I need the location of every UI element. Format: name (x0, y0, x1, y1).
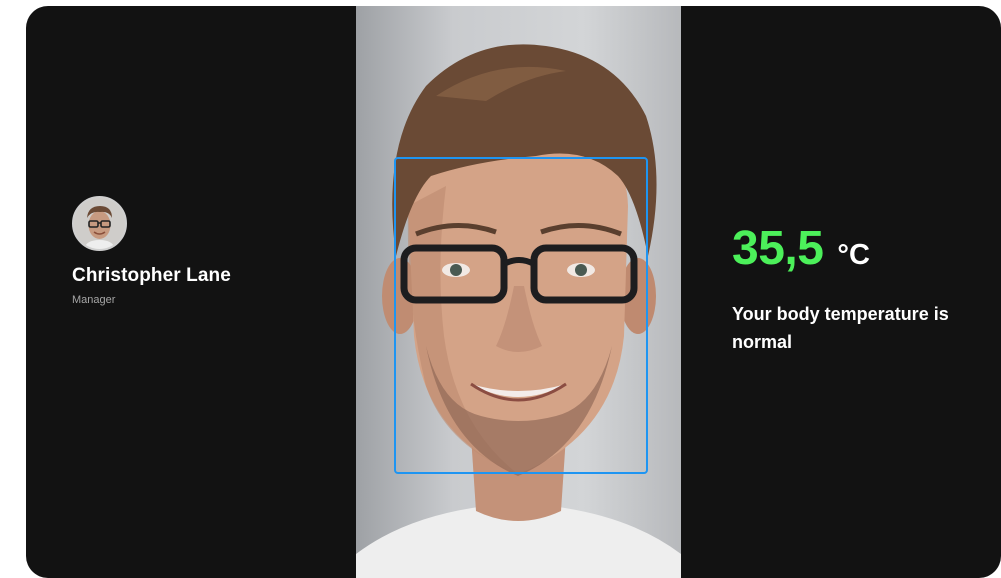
temperature-result: 35,5 °C Your body temperature is normal (732, 221, 982, 356)
user-avatar-icon (74, 198, 125, 249)
temperature-value: 35,5 (732, 222, 824, 275)
face-detection-frame (394, 157, 648, 474)
camera-feed (356, 6, 681, 578)
temperature-status-message: Your body temperature is normal (732, 304, 949, 352)
user-role: Manager (72, 294, 116, 306)
user-card: Christopher Lane Manager (72, 196, 231, 306)
temperature-unit: °C (837, 239, 870, 271)
temperature-scanner-screen: Christopher Lane Manager 35,5 °C Your bo… (26, 6, 1001, 578)
user-name: Christopher Lane (72, 265, 231, 286)
user-avatar (72, 196, 127, 251)
